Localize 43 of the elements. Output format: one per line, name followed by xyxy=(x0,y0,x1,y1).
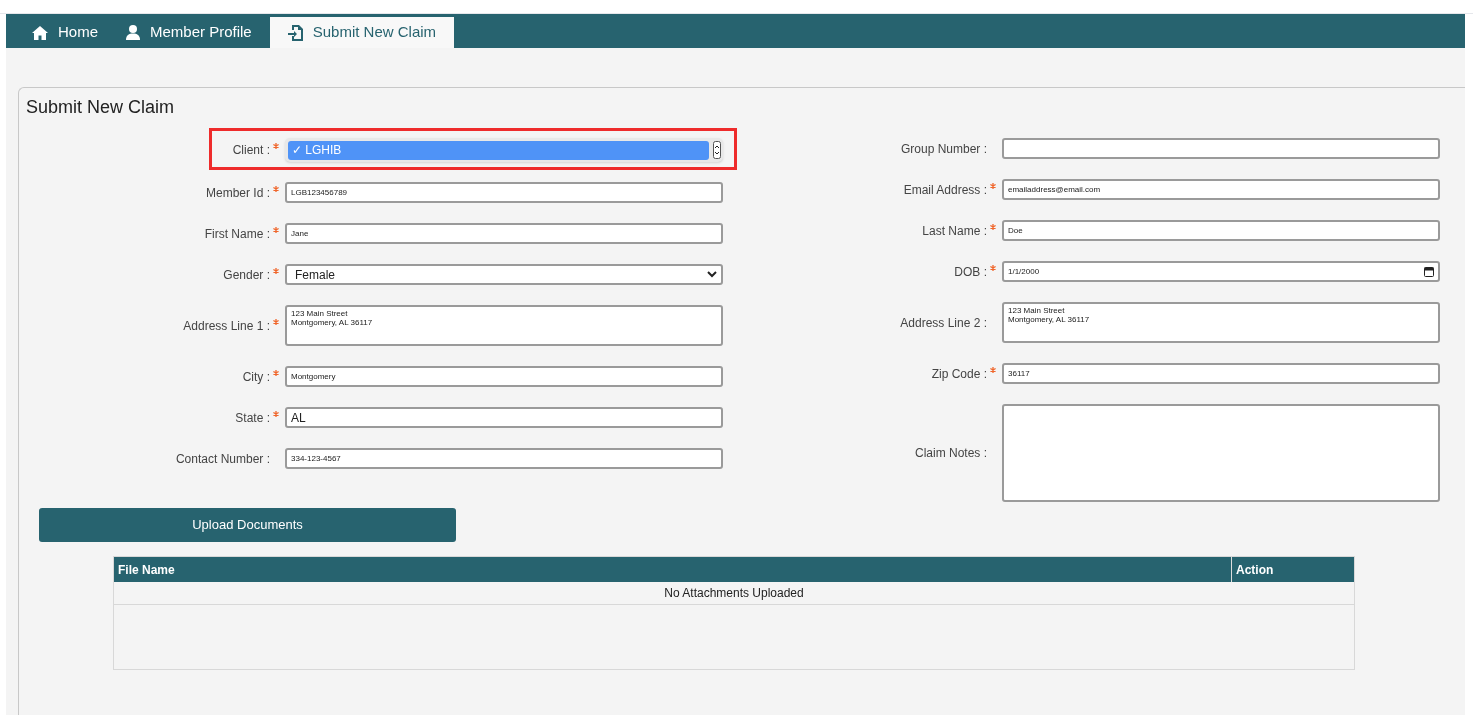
notes-field[interactable] xyxy=(1002,404,1440,502)
nav-tab[interactable]: Home xyxy=(22,17,108,48)
column-header: Action xyxy=(1235,561,1275,579)
date-field[interactable]: 1/1/2000 xyxy=(1002,261,1440,282)
field-label: DOB : xyxy=(954,263,987,281)
address-field[interactable]: 123 Main Street Montgomery, AL 36117 xyxy=(285,305,723,346)
field-label: State : xyxy=(235,409,270,427)
empty-table-message: No Attachments Uploaded xyxy=(664,585,804,602)
upload-documents-button[interactable]: Upload Documents xyxy=(39,508,456,542)
field-label: Group Number : xyxy=(900,140,987,158)
field-label: Last Name : xyxy=(922,222,987,240)
calendar-icon xyxy=(1424,266,1434,277)
input-field[interactable]: AL xyxy=(285,407,723,428)
field-label: Zip Code : xyxy=(931,365,987,383)
field-label: Gender : xyxy=(223,266,270,284)
select-field[interactable]: Female xyxy=(285,264,723,285)
column-header: File Name xyxy=(114,557,1232,582)
field-label: City : xyxy=(242,368,270,386)
field-label: Address Line 1 : xyxy=(183,317,270,335)
field-label: First Name : xyxy=(204,225,270,243)
input-field[interactable]: 36117 xyxy=(1002,363,1440,384)
field-label: Client : xyxy=(232,142,270,159)
input-field[interactable]: emailaddress@email.com xyxy=(1002,179,1440,200)
field-label: Contact Number : xyxy=(175,450,270,468)
input-field[interactable]: LGB123456789 xyxy=(285,182,723,203)
field-label: Member Id : xyxy=(205,184,270,202)
input-field[interactable] xyxy=(1002,138,1440,159)
chevron-down-icon xyxy=(707,271,717,278)
nav-tab[interactable]: Member Profile xyxy=(116,17,262,48)
address-field[interactable]: 123 Main Street Montgomery, AL 36117 xyxy=(1002,302,1440,343)
input-field[interactable]: Doe xyxy=(1002,220,1440,241)
field-label: Address Line 2 : xyxy=(900,314,987,332)
field-label: Claim Notes : xyxy=(914,445,987,462)
home-icon xyxy=(32,25,48,40)
nav-tab[interactable]: Submit New Claim xyxy=(269,17,455,48)
input-field[interactable]: Jane xyxy=(285,223,723,244)
input-field[interactable]: Montgomery xyxy=(285,366,723,387)
dropdown-arrows-icon xyxy=(713,141,721,159)
panel-title: Submit New Claim xyxy=(25,96,176,119)
user-icon xyxy=(126,25,140,40)
field-label: Email Address : xyxy=(903,181,987,199)
document-arrow-icon xyxy=(287,24,303,41)
input-field[interactable]: 334-123-4567 xyxy=(285,448,723,469)
